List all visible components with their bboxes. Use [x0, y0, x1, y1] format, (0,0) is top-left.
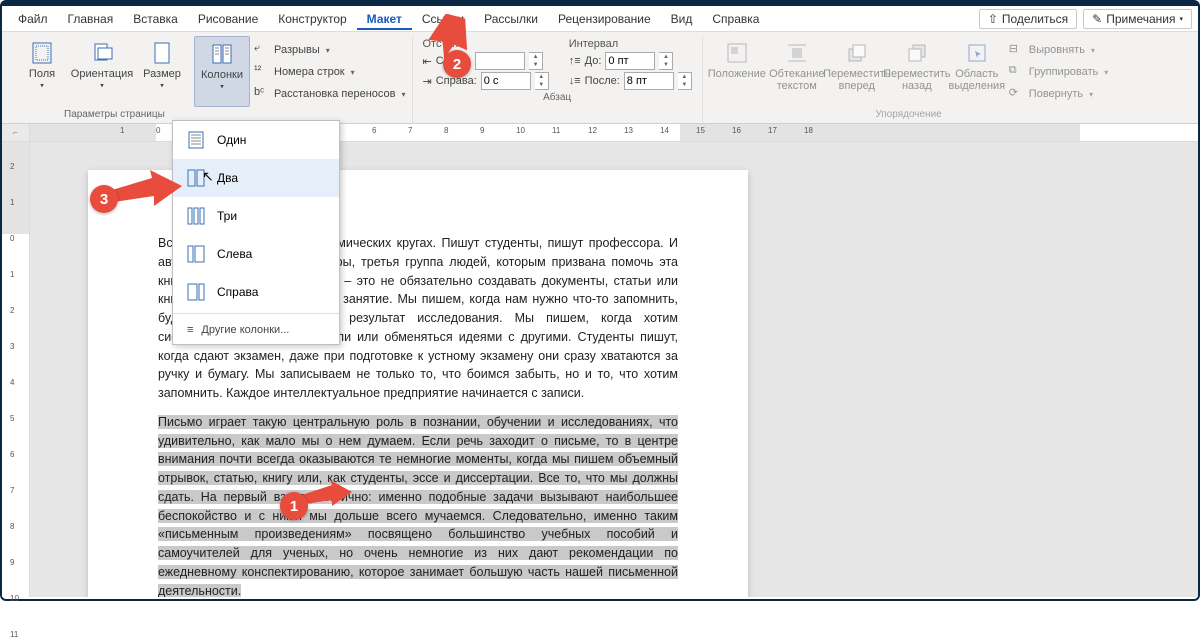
share-icon: ⇧: [988, 12, 998, 26]
forward-icon: [844, 40, 870, 66]
columns-icon: [209, 41, 235, 67]
menu-file[interactable]: Файл: [8, 8, 58, 30]
size-icon: [149, 40, 175, 66]
callout-3: 3: [90, 185, 118, 213]
selection-pane-button[interactable]: Область выделения: [949, 36, 1005, 107]
right-column-icon: [187, 283, 205, 301]
comments-button[interactable]: ✎Примечания▾: [1083, 9, 1192, 29]
group-label: Упорядочение: [875, 107, 941, 123]
group-arrange: Положение Обтекание текстом Переместить …: [703, 36, 1115, 123]
arrow-to-selection: [302, 480, 352, 510]
margins-button[interactable]: Поля▾: [14, 36, 70, 107]
columns-option-one[interactable]: Один: [173, 121, 339, 159]
orientation-button[interactable]: Ориентация▾: [74, 36, 130, 107]
space-before[interactable]: ↑≡До:▲▼: [569, 52, 692, 70]
position-button: Положение: [709, 36, 765, 107]
margins-icon: [29, 40, 55, 66]
left-column-icon: [187, 245, 205, 263]
columns-option-right[interactable]: Справа: [173, 273, 339, 311]
three-column-icon: [187, 207, 205, 225]
group-label: Абзац: [419, 90, 696, 106]
arrow-to-two-columns: [112, 170, 182, 210]
callout-1: 1: [280, 492, 308, 520]
space-after[interactable]: ↓≡После:▲▼: [569, 72, 692, 90]
rotate-icon: ⟳: [1009, 86, 1025, 102]
menu-draw[interactable]: Рисование: [188, 8, 268, 30]
position-icon: [724, 40, 750, 66]
linenum-icon: ¹²: [254, 64, 270, 80]
hyphenation-button[interactable]: bᶜРасстановка переносов ▾: [254, 84, 406, 104]
breaks-icon: ⤶: [254, 42, 270, 58]
menu-layout[interactable]: Макет: [357, 8, 412, 30]
menu-design[interactable]: Конструктор: [268, 8, 356, 30]
backward-icon: [904, 40, 930, 66]
selection-icon: [964, 40, 990, 66]
group-label: Параметры страницы: [64, 107, 165, 123]
comment-icon: ✎: [1092, 12, 1102, 26]
hyphen-icon: bᶜ: [254, 86, 270, 102]
columns-more[interactable]: ≡Другие колонки...: [173, 316, 339, 344]
share-button[interactable]: ⇧Поделиться: [979, 9, 1077, 29]
vertical-ruler[interactable]: 2101234567891011: [2, 142, 30, 597]
columns-option-left[interactable]: Слева: [173, 235, 339, 273]
paragraph-selected[interactable]: Письмо играет такую центральную роль в п…: [158, 413, 678, 597]
menu-mailings[interactable]: Рассылки: [474, 8, 548, 30]
columns-option-three[interactable]: Три: [173, 197, 339, 235]
ribbon: Поля▾ Ориентация▾ Размер▾ Колонки▾ ⤶Разр…: [2, 32, 1198, 124]
orientation-icon: [89, 40, 115, 66]
menu-help[interactable]: Справка: [702, 8, 769, 30]
wrap-button: Обтекание текстом: [769, 36, 825, 107]
backward-button: Переместить назад: [889, 36, 945, 107]
callout-2: 2: [443, 50, 471, 78]
group-objects-button: ⧉Группировать ▾: [1009, 62, 1109, 82]
columns-option-two[interactable]: Два: [173, 159, 339, 197]
ruler-corner: ⌐: [2, 124, 30, 141]
menu-insert[interactable]: Вставка: [123, 8, 188, 30]
line-numbers-button[interactable]: ¹²Номера строк ▾: [254, 62, 406, 82]
group-icon: ⧉: [1009, 64, 1025, 80]
columns-button[interactable]: Колонки▾: [194, 36, 250, 107]
menu-home[interactable]: Главная: [58, 8, 124, 30]
indent-right[interactable]: ⇥Справа:▲▼: [423, 72, 549, 90]
group-page-setup: Поля▾ Ориентация▾ Размер▾ Колонки▾ ⤶Разр…: [8, 36, 413, 123]
menu-view[interactable]: Вид: [661, 8, 703, 30]
menu-bar: Файл Главная Вставка Рисование Конструкт…: [2, 6, 1198, 32]
mouse-cursor-icon: ↖: [202, 168, 214, 185]
menu-review[interactable]: Рецензирование: [548, 8, 661, 30]
columns-dropdown: Один Два Три Слева Справа ≡Другие колонк…: [172, 120, 340, 345]
size-button[interactable]: Размер▾: [134, 36, 190, 107]
wrap-icon: [784, 40, 810, 66]
one-column-icon: [187, 131, 205, 149]
align-button: ⊟Выровнять ▾: [1009, 40, 1109, 60]
align-icon: ⊟: [1009, 42, 1025, 58]
breaks-button[interactable]: ⤶Разрывы ▾: [254, 40, 406, 60]
rotate-button: ⟳Повернуть ▾: [1009, 84, 1109, 104]
spacing-label: Интервал: [569, 38, 692, 50]
forward-button: Переместить вперед: [829, 36, 885, 107]
